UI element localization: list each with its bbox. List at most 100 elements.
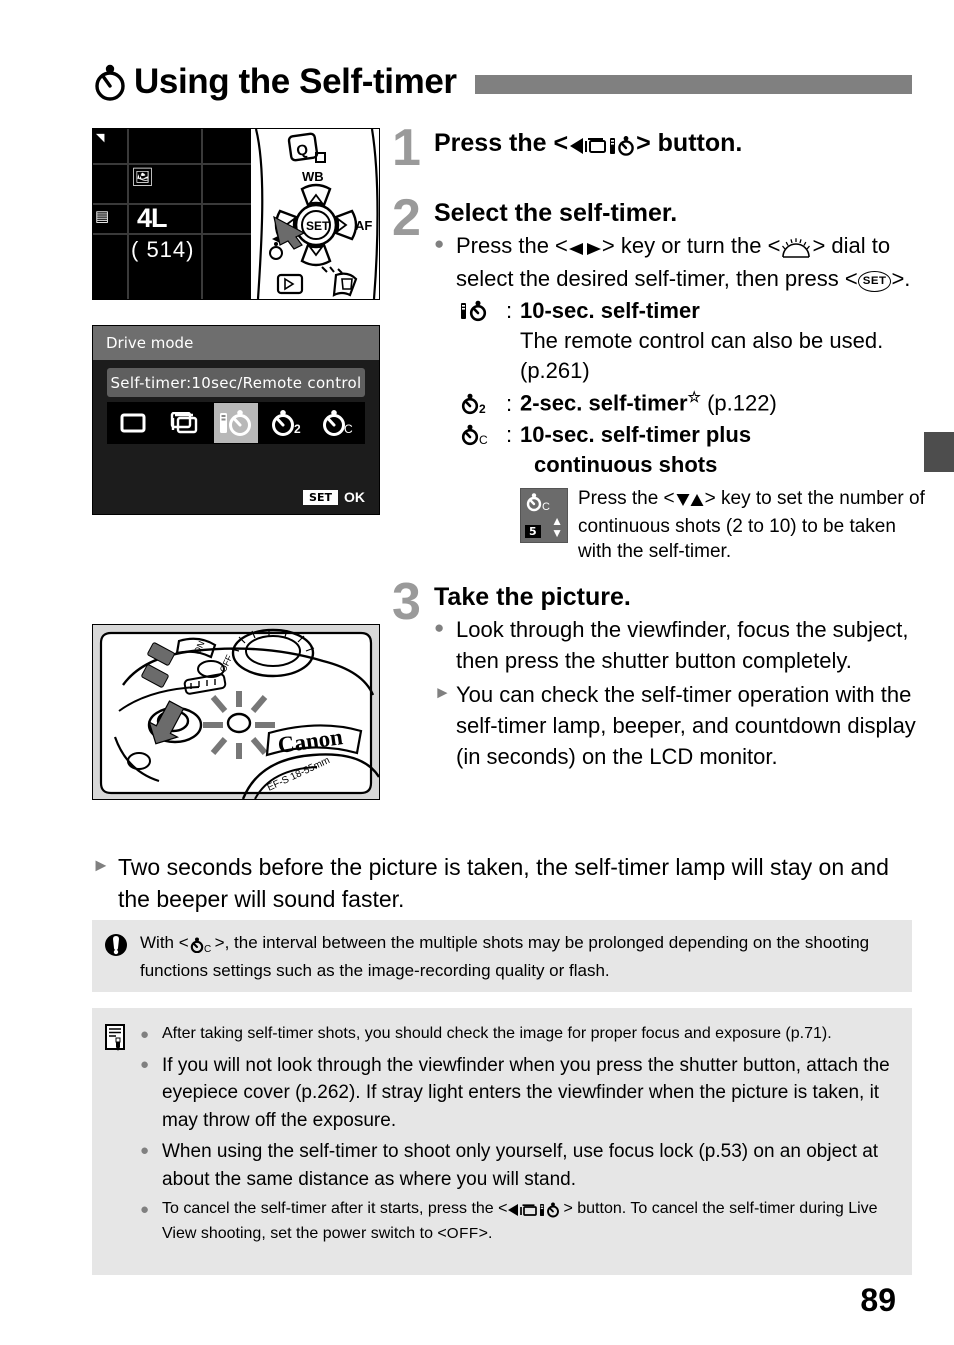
step-1-heading: Press the < > button. (434, 128, 932, 160)
set-chip-label: SET (303, 489, 338, 505)
lcd-settings-panel: ◥ ▤ 🖼 4L ( 514) (93, 129, 251, 299)
lcd-left-icon: ▤ (95, 208, 110, 225)
bullet-dot-icon: ● (140, 1201, 150, 1219)
step-1-number: 1 (392, 119, 421, 177)
step-3-heading: Take the picture. (434, 583, 631, 612)
option-continuous: C : 10-sec. self-timer plus (460, 420, 932, 450)
step-3-bullet-1-text: Look through the viewfinder, focus the s… (456, 617, 909, 674)
bullet-dot-icon: ● (434, 234, 445, 253)
note-4-prefix: To cancel the self-timer after it starts… (162, 1200, 508, 1218)
caution-text: With < C >, the interval between the mul… (140, 930, 912, 992)
up-down-arrows-icon: ▲ ▼ (551, 514, 563, 541)
option-continuous-label2: continuous shots (534, 452, 718, 478)
option-colon: : (506, 390, 513, 416)
note-pencil-icon (92, 1022, 140, 1275)
lcd-corner-icon: ◥ (96, 132, 105, 144)
notes-box: ● After taking self-timer shots, you sho… (92, 1008, 912, 1275)
caution-prefix: With < (140, 933, 189, 952)
option-10sec: : 10-sec. self-timer (460, 296, 932, 326)
multi-controller-illustration: Q WB SET AF (252, 129, 379, 299)
drive-menu-set-ok: SET OK (303, 489, 365, 505)
note-item-3-text: When using the self-timer to shoot only … (162, 1141, 879, 1190)
notes-list: ● After taking self-timer shots, you sho… (140, 1022, 912, 1275)
page-number: 89 (860, 1282, 896, 1318)
svg-text:C: C (344, 422, 353, 436)
bullet-triangle-icon: ► (92, 855, 110, 875)
figure-camera-shutter-press: ON OFF Canon EF-S 18-55mm (92, 624, 380, 800)
subnote-prefix: Press the < (578, 488, 675, 510)
step-3-bullet-2-text: You can check the self-timer operation w… (456, 681, 916, 769)
lcd-image-quality: 4L (137, 203, 167, 233)
drive-item-self-timer-continuous[interactable]: C (317, 403, 361, 443)
caution-icon (92, 930, 140, 992)
continuous-count-value: 5 (525, 525, 541, 539)
step-2-bullet: ● Press the < > key or turn the < > dial … (434, 230, 932, 294)
bullet-dot-icon: ● (434, 618, 445, 638)
drive-item-continuous-shooting[interactable] (162, 403, 206, 443)
note-4-suffix: >. (478, 1225, 493, 1243)
bullet-triangle-icon: ► (434, 682, 451, 702)
bullet-dot-icon: ● (140, 1142, 150, 1160)
caution-suffix: >, the interval between the multiple sho… (140, 933, 870, 980)
continuous-count-text: Press the < > key to set the number of co… (578, 486, 932, 564)
step-1: 1 Press the < > button. (392, 122, 932, 194)
wide-note-text: Two seconds before the picture is taken,… (118, 854, 889, 912)
note-item-2-text: If you will not look through the viewfin… (162, 1054, 890, 1131)
note-item-2: ● If you will not look through the viewf… (140, 1052, 898, 1135)
title-rule (474, 74, 912, 94)
option-colon: : (506, 298, 513, 324)
step-1-heading-suffix: > button. (636, 129, 743, 157)
svg-text:SET: SET (306, 219, 330, 233)
svg-text:AF: AF (355, 218, 372, 233)
step-2-heading: Select the self-timer. (434, 199, 678, 227)
svg-text:C: C (479, 433, 488, 446)
continuous-count-note: C 5 ▲ ▼ Press the < > key to set the numbe… (520, 486, 932, 564)
option-2sec-page: (p.122) (707, 390, 777, 416)
bullet-dot-icon: ● (140, 1026, 150, 1043)
option-continuous-label: 10-sec. self-timer plus (520, 422, 752, 448)
svg-text:C: C (542, 501, 550, 512)
option-2sec-star: ☆ (687, 389, 701, 407)
option-2sec-label: 2-sec. self-timer☆ (p.122) (520, 388, 932, 418)
step-2: 2 Select the self-timer. ● Press the < > … (392, 192, 932, 564)
lcd-picture-style-icon: 🖼 (131, 167, 154, 187)
figure-shooting-settings-screen: ◥ ▤ 🖼 4L ( 514) Q WB SET AF (92, 128, 380, 300)
step-3: 3 Take the picture. ● Look through the v… (392, 576, 932, 773)
steps-column: 1 Press the < > button. 2 Select the sel… (392, 122, 932, 773)
drive-menu-icon-strip: 2 C (107, 402, 365, 444)
figure-drive-mode-menu: Drive mode Self-timer:10sec/Remote contr… (92, 325, 380, 515)
note-item-4-text: To cancel the self-timer after it starts… (162, 1197, 898, 1245)
note-item-1: ● After taking self-timer shots, you sho… (140, 1022, 898, 1048)
svg-text:C: C (204, 944, 211, 953)
drive-mode-self-timer-button-icon (507, 1199, 563, 1222)
option-10sec-sub: The remote control can also be used. (p.… (520, 328, 884, 384)
self-timer-continuous-count-icon: C 5 ▲ ▼ (520, 488, 568, 544)
drive-item-self-timer-10sec-remote[interactable] (213, 403, 258, 443)
option-2sec-text: 2-sec. self-timer (520, 390, 688, 416)
step-3-bullet-1: ● Look through the viewfinder, focus the… (434, 614, 932, 676)
drive-item-single-shooting[interactable] (111, 403, 155, 443)
self-timer-continuous-icon: C (189, 932, 215, 958)
step-3-bullet-2: ► You can check the self-timer operation… (434, 679, 932, 773)
drive-item-self-timer-2sec[interactable]: 2 (266, 403, 310, 443)
self-timer-icon (92, 63, 128, 101)
note-item-1-text: After taking self-timer shots, you shoul… (162, 1025, 832, 1042)
self-timer-10sec-remote-icon (460, 296, 506, 326)
self-timer-options: : 10-sec. self-timer The remote control … (460, 296, 932, 564)
caution-box: With < C >, the interval between the mul… (92, 920, 912, 992)
step-1-heading-prefix: Press the < (434, 129, 569, 157)
note-item-4: ● To cancel the self-timer after it star… (140, 1197, 898, 1245)
drive-mode-self-timer-button-icon (568, 130, 636, 160)
left-right-key-icon (568, 232, 602, 263)
drive-menu-header: Drive mode (93, 326, 379, 360)
page-title: Using the Self-timer (92, 58, 912, 106)
up-down-key-icon (675, 488, 705, 513)
bullet-dot-icon: ● (140, 1055, 150, 1073)
self-timer-2sec-icon: 2 (460, 389, 506, 419)
option-2sec: 2 : 2-sec. self-timer☆ (p.122) (460, 388, 932, 418)
self-timer-continuous-icon: C (460, 420, 506, 450)
option-colon: : (506, 422, 513, 448)
page-title-text: Using the Self-timer (134, 62, 457, 101)
ok-label: OK (344, 489, 365, 505)
svg-text:2: 2 (479, 402, 486, 415)
